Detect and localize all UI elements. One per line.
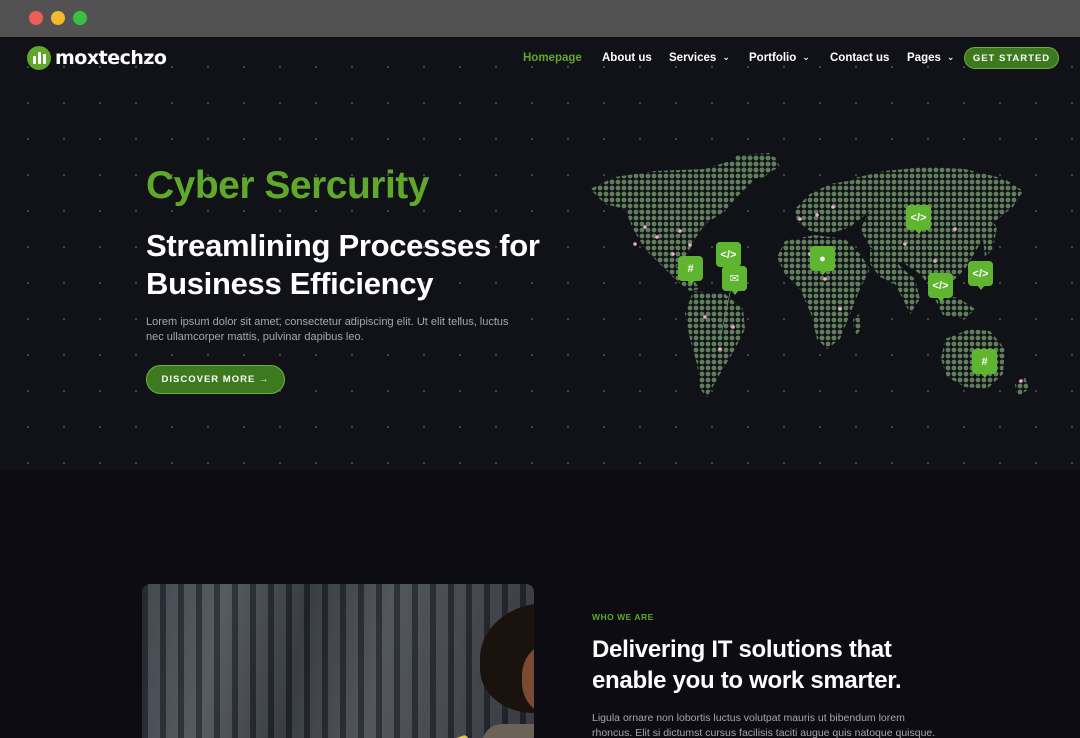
chevron-down-icon: ⌄ [946,52,955,62]
world-map: # </> ✉ ● </> </> </> # [585,149,1035,409]
nav-homepage[interactable]: Homepage [523,52,582,64]
hero-section: moxtechzo Homepage About us Services ⌄ Po… [0,37,1080,470]
slack-icon: # [972,349,997,378]
code-icon: </> [906,205,931,234]
about-title: Delivering IT solutions that enable you … [592,636,902,694]
discover-more-button[interactable]: DISCOVER MORE → [146,365,285,394]
nav-portfolio-label: Portfolio [749,52,797,64]
code-icon: </> [968,261,993,290]
nav-contact-us[interactable]: Contact us [830,52,889,64]
nav-services[interactable]: Services ⌄ [669,52,730,64]
window-minimize-dot[interactable] [51,11,65,25]
hero-title: Cyber Sercurity [146,164,429,207]
about-description: Ligula ornare non lobortis luctus volutp… [592,712,936,738]
nav-about-us[interactable]: About us [602,52,652,64]
logo-icon [27,46,51,70]
nav-pages-label: Pages [907,52,941,64]
code-icon: </> [928,273,953,302]
page: moxtechzo Homepage About us Services ⌄ Po… [0,37,1080,738]
chevron-down-icon: ⌄ [802,52,810,62]
get-started-button[interactable]: GET STARTED [964,47,1059,69]
nav-services-label: Services [669,52,717,64]
top-navigation: moxtechzo Homepage About us Services ⌄ Po… [0,37,1080,81]
hero-headline: Streamlining Processes for Business Effi… [146,228,540,301]
window-maximize-dot[interactable] [73,11,87,25]
logo[interactable]: moxtechzo [27,46,167,70]
about-section: WHO WE ARE Delivering IT solutions that … [0,470,1080,738]
slack-icon: # [678,256,703,285]
nav-portfolio[interactable]: Portfolio ⌄ [749,52,810,64]
about-eyebrow: WHO WE ARE [592,612,654,622]
chevron-down-icon: ⌄ [722,52,730,62]
code-icon: </> [716,242,741,271]
logo-text: moxtechzo [55,47,167,69]
nav-pages[interactable]: Pages ⌄ [907,52,954,64]
mail-icon: ✉ [722,266,747,295]
github-icon: ● [810,246,835,275]
about-photo [142,584,534,738]
window-close-dot[interactable] [29,11,43,25]
hero-description: Lorem ipsum dolor sit amet, consectetur … [146,316,509,343]
browser-chrome [0,0,1080,37]
